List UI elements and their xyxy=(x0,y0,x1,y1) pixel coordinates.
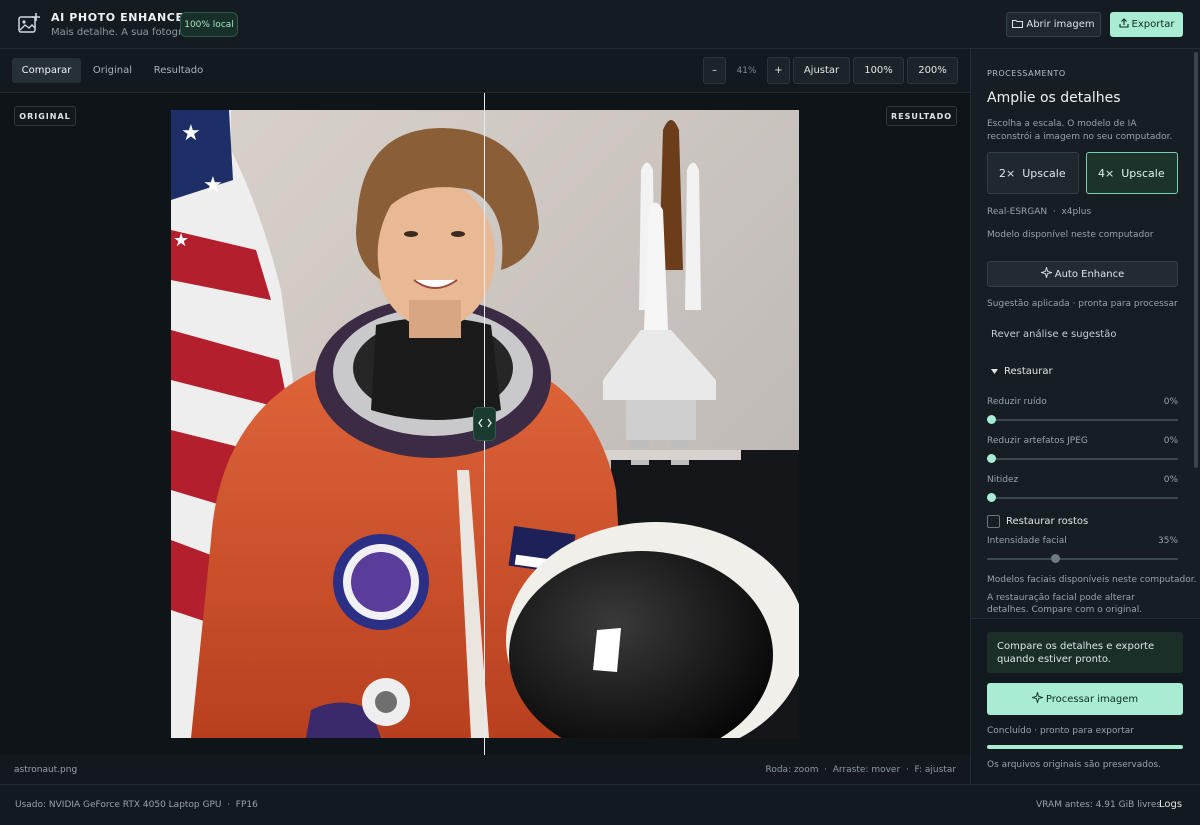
svg-text:★: ★ xyxy=(173,230,189,251)
jpeg-slider-thumb[interactable] xyxy=(987,454,996,463)
process-status: Concluído · pronto para exportar xyxy=(987,726,1134,736)
app-title: AI PHOTO ENHANCER xyxy=(51,11,193,24)
gpu-info: Usado: NVIDIA GeForce RTX 4050 Laptop GP… xyxy=(15,800,258,810)
progress-bar xyxy=(987,745,1183,749)
upload-icon xyxy=(1118,18,1129,31)
auto-enhance-label: Auto Enhance xyxy=(1054,268,1125,280)
logs-button[interactable]: Logs xyxy=(1159,799,1182,810)
face-restore-checkbox[interactable] xyxy=(987,515,1000,528)
section-label: PROCESSAMENTO xyxy=(987,69,1066,78)
noise-slider-label: Reduzir ruído xyxy=(987,397,1047,407)
restore-label: Restaurar xyxy=(1004,366,1053,377)
file-name: astronaut.png xyxy=(14,765,78,775)
original-label: ORIGINAL xyxy=(14,106,76,126)
zoom-in-button[interactable]: + xyxy=(767,57,790,84)
scale-2x-button[interactable]: 2× Upscale xyxy=(987,152,1079,194)
process-image-button[interactable]: Processar imagem xyxy=(987,683,1183,715)
preserve-note: Os arquivos originais são preservados. xyxy=(987,760,1162,770)
face-intensity-slider[interactable] xyxy=(987,558,1178,560)
section-description: Escolha a escala. O modelo de IA reconst… xyxy=(987,119,1173,142)
image-plus-icon xyxy=(17,12,41,34)
sharpness-slider[interactable] xyxy=(987,497,1178,499)
review-analysis-button[interactable]: Rever análise e sugestão xyxy=(991,329,1116,340)
fit-button[interactable]: Ajustar xyxy=(793,57,850,84)
svg-text:★: ★ xyxy=(203,173,223,198)
noise-slider[interactable] xyxy=(987,419,1178,421)
jpeg-slider[interactable] xyxy=(987,458,1178,460)
restore-section-toggle[interactable]: Restaurar xyxy=(991,366,1053,377)
open-image-label: Abrir imagem xyxy=(1026,19,1095,30)
sparkle-icon xyxy=(1039,265,1053,281)
model-name: Real-ESRGAN · x4plus xyxy=(987,207,1092,217)
folder-icon xyxy=(1012,19,1024,31)
caret-down-icon xyxy=(991,366,998,377)
process-image-label: Processar imagem xyxy=(1045,693,1139,705)
sharpness-slider-thumb[interactable] xyxy=(987,493,996,502)
jpeg-slider-label: Reduzir artefatos JPEG xyxy=(987,436,1088,446)
tab-original[interactable]: Original xyxy=(85,58,140,83)
shortcut-hints: Roda: zoom · Arraste: mover · F: ajustar xyxy=(765,765,956,775)
zoom-level: 41% xyxy=(736,65,757,76)
tab-compare[interactable]: Comparar xyxy=(12,58,81,83)
compare-handle[interactable] xyxy=(473,407,496,441)
result-label: RESULTADO xyxy=(886,106,957,126)
panel-scrollbar[interactable] xyxy=(1194,52,1198,468)
face-intensity-label: Intensidade facial xyxy=(987,536,1067,546)
face-restore-warning: A restauração facial pode alterar detalh… xyxy=(987,593,1143,615)
export-hint: Compare os detalhes e exporte quando est… xyxy=(987,632,1183,673)
tab-result[interactable]: Resultado xyxy=(146,58,211,83)
chevrons-left-right-icon xyxy=(477,418,492,431)
face-restore-label[interactable]: Restaurar rostos xyxy=(1006,516,1088,527)
local-badge: 100% local xyxy=(180,12,238,37)
noise-slider-thumb[interactable] xyxy=(987,415,996,424)
jpeg-slider-value: 0% xyxy=(1163,436,1178,446)
noise-slider-value: 0% xyxy=(1163,397,1178,407)
sparkle-icon xyxy=(1030,690,1045,706)
sharpness-slider-label: Nitidez xyxy=(987,475,1019,485)
progress-bar-fill xyxy=(987,745,1183,749)
open-image-button[interactable]: Abrir imagem xyxy=(1006,12,1101,37)
svg-text:★: ★ xyxy=(181,121,201,146)
face-models-status: Modelos faciais disponíveis neste comput… xyxy=(987,575,1197,585)
sharpness-slider-value: 0% xyxy=(1163,475,1178,485)
auto-enhance-status: Sugestão aplicada · pronta para processa… xyxy=(987,299,1178,309)
zoom-100-button[interactable]: 100% xyxy=(853,57,904,84)
section-title: Amplie os detalhes xyxy=(987,90,1121,106)
scale-4x-button[interactable]: 4× Upscale xyxy=(1086,152,1178,194)
zoom-out-button[interactable]: – xyxy=(703,57,726,84)
model-status: Modelo disponível neste computador xyxy=(987,230,1154,240)
export-button[interactable]: Exportar xyxy=(1110,12,1183,37)
vram-info: VRAM antes: 4.91 GiB livres xyxy=(1036,800,1162,810)
auto-enhance-button[interactable]: Auto Enhance xyxy=(987,261,1178,287)
export-label: Exportar xyxy=(1131,19,1175,30)
face-intensity-thumb[interactable] xyxy=(1050,554,1060,563)
face-intensity-value: 35% xyxy=(1157,536,1178,546)
zoom-200-button[interactable]: 200% xyxy=(907,57,958,84)
